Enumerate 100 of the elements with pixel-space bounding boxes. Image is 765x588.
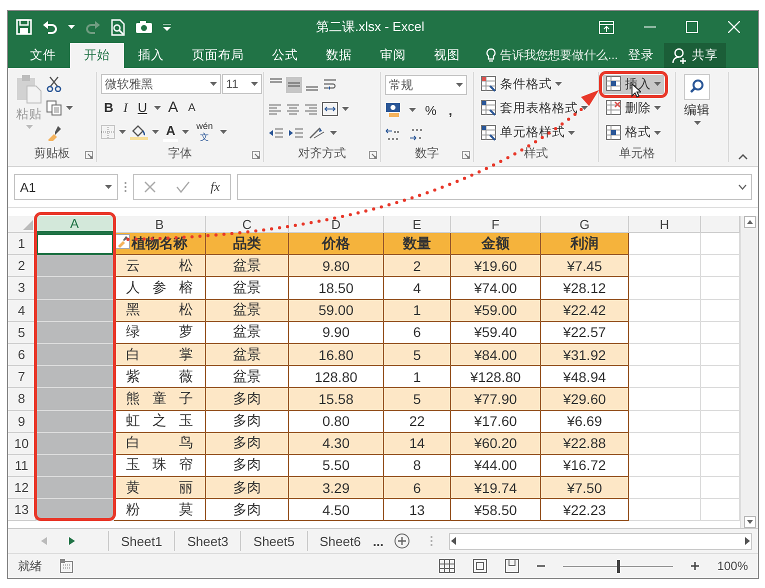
macro-record-icon[interactable] — [60, 559, 74, 573]
dialog-launcher-icon[interactable] — [462, 151, 470, 159]
zoom-in-icon[interactable] — [691, 562, 700, 570]
scroll-down-icon[interactable] — [744, 516, 756, 528]
font-size-field[interactable]: 11 — [222, 74, 262, 94]
caret-icon[interactable] — [555, 82, 562, 86]
number-format-field[interactable]: 常规 — [385, 75, 467, 96]
orientation-icon[interactable] — [308, 126, 326, 140]
caret-icon[interactable] — [568, 130, 575, 135]
active-cell[interactable] — [36, 233, 114, 256]
italic-button[interactable]: I — [120, 98, 131, 116]
formula-field[interactable] — [237, 174, 752, 200]
dialog-launcher-icon[interactable] — [85, 151, 93, 159]
caret-icon[interactable] — [119, 130, 126, 134]
sheet-tab[interactable]: Sheet3 — [174, 531, 240, 551]
menu-tab[interactable]: 公式 — [258, 43, 312, 68]
selected-cell[interactable] — [36, 344, 114, 366]
scroll-left-icon[interactable] — [450, 537, 458, 545]
column-header[interactable]: A — [36, 216, 114, 233]
align-left-icon[interactable] — [268, 102, 282, 116]
selected-cell[interactable] — [36, 366, 114, 388]
caret-icon[interactable] — [182, 130, 190, 134]
dialog-launcher-icon[interactable] — [252, 151, 260, 159]
sheet-tab[interactable]: Sheet6 — [306, 531, 373, 551]
caret-icon[interactable] — [694, 121, 700, 125]
caret-icon[interactable] — [456, 83, 463, 88]
paste-options-icon[interactable] — [115, 234, 130, 249]
align-center-icon[interactable] — [286, 102, 300, 116]
selected-cell[interactable] — [36, 410, 114, 433]
menu-tab[interactable]: 数据 — [312, 43, 366, 68]
undo-icon[interactable] — [42, 20, 58, 34]
page-break-icon[interactable] — [505, 559, 520, 573]
close-icon[interactable] — [728, 21, 740, 33]
column-header[interactable]: G — [541, 216, 629, 233]
scroll-up-icon[interactable] — [744, 216, 756, 228]
selected-cell[interactable] — [36, 388, 114, 410]
phonetic-button[interactable]: wén 文 — [193, 121, 216, 143]
caret-icon[interactable] — [154, 106, 162, 110]
save-icon[interactable] — [16, 19, 32, 35]
caret-icon[interactable] — [654, 106, 661, 110]
conditional-format-button[interactable]: 条件格式 — [478, 74, 591, 94]
column-header[interactable]: C — [206, 216, 289, 233]
row-header[interactable]: 1 — [8, 233, 36, 256]
align-middle-icon[interactable] — [286, 76, 302, 93]
borders-icon[interactable] — [101, 125, 115, 139]
caret-icon[interactable] — [654, 82, 661, 86]
font-color-button[interactable]: A — [163, 122, 178, 142]
cut-icon[interactable] — [46, 76, 62, 92]
print-preview-icon[interactable] — [111, 18, 125, 36]
font-name-field[interactable]: 微软雅黑 — [101, 74, 221, 94]
menu-tab[interactable]: 开始 — [70, 43, 124, 68]
caret-icon[interactable] — [210, 82, 217, 86]
selected-cell[interactable] — [36, 477, 114, 500]
caret-icon[interactable] — [105, 185, 112, 189]
row-header[interactable]: 8 — [8, 388, 36, 410]
row-header[interactable]: 2 — [8, 255, 36, 278]
sign-in-link[interactable]: 登录 — [628, 43, 654, 68]
column-header[interactable]: F — [451, 216, 541, 233]
menu-tab[interactable]: 审阅 — [366, 43, 420, 68]
format-button[interactable]: 格式 — [603, 123, 664, 142]
column-header[interactable]: B — [114, 216, 206, 233]
editing-button[interactable]: 编辑 — [680, 72, 714, 162]
selected-cell[interactable] — [36, 255, 114, 278]
percent-button[interactable]: % — [422, 102, 440, 119]
selected-cell[interactable] — [36, 300, 114, 322]
currency-icon[interactable] — [385, 102, 403, 118]
scroll-right-icon[interactable] — [69, 537, 75, 545]
menu-tab[interactable]: 文件 — [16, 43, 70, 68]
selected-cell[interactable] — [36, 277, 114, 300]
scroll-right-icon[interactable] — [743, 537, 751, 545]
column-header[interactable]: D — [289, 216, 384, 233]
row-header[interactable]: 7 — [8, 366, 36, 388]
page-layout-icon[interactable] — [473, 559, 488, 573]
maximize-icon[interactable] — [686, 21, 698, 33]
customize-caret-icon[interactable] — [163, 24, 171, 30]
fill-color-icon[interactable] — [130, 124, 148, 140]
grow-font-button[interactable]: A — [165, 98, 182, 117]
caret-icon[interactable] — [409, 108, 416, 112]
delete-button[interactable]: 删除 — [603, 98, 664, 118]
selected-cell[interactable] — [36, 322, 114, 344]
menu-tab[interactable]: 页面布局 — [178, 43, 258, 68]
menu-tab[interactable]: 视图 — [420, 43, 474, 68]
caret-icon[interactable] — [342, 107, 349, 112]
sheet-tab[interactable]: Sheet5 — [240, 531, 307, 551]
caret-icon[interactable] — [68, 25, 75, 29]
zoom-slider-thumb[interactable] — [617, 560, 620, 572]
expand-icon[interactable] — [738, 184, 747, 190]
zoom-level[interactable]: 100% — [717, 559, 748, 573]
merge-cells-icon[interactable] — [322, 102, 338, 116]
increase-decimal-icon[interactable] — [385, 126, 401, 142]
decrease-indent-icon[interactable] — [268, 126, 284, 140]
normal-view-icon[interactable] — [439, 559, 456, 573]
caret-icon[interactable] — [152, 130, 159, 134]
insert-function-button[interactable]: fx — [210, 179, 220, 195]
caret-icon[interactable] — [66, 106, 73, 110]
caret-icon[interactable] — [654, 130, 661, 135]
increase-indent-icon[interactable] — [288, 126, 304, 140]
add-sheet-icon[interactable] — [394, 533, 410, 549]
row-header[interactable]: 12 — [8, 477, 36, 500]
selected-cell[interactable] — [36, 454, 114, 478]
